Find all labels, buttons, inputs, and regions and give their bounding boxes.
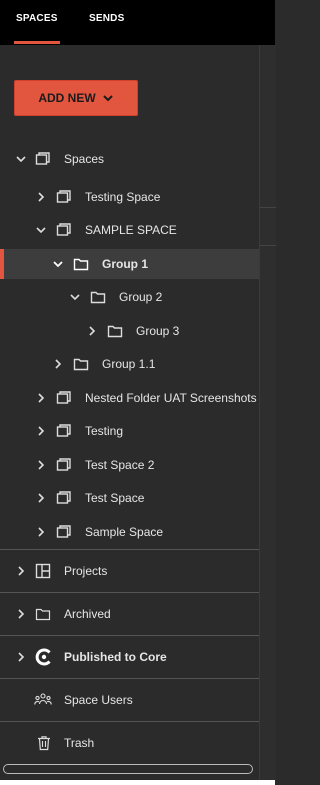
tree-item-label: Sample Space	[85, 525, 164, 539]
section-divider	[0, 635, 259, 636]
chevron-right-icon[interactable]	[15, 651, 27, 663]
tree-item-label: Group 2	[119, 290, 163, 304]
space-icon	[35, 152, 50, 165]
chevron-right-icon[interactable]	[35, 492, 47, 504]
pane-divider	[260, 207, 276, 208]
tree-item-testing-space[interactable]: Testing Space	[0, 182, 259, 212]
chevron-right-icon[interactable]	[35, 392, 47, 404]
tree-item-sample-space-expanded[interactable]: SAMPLE SPACE	[0, 215, 259, 245]
chevron-right-icon[interactable]	[15, 565, 27, 577]
section-archived[interactable]: Archived	[0, 599, 259, 629]
tree-root-spaces[interactable]: Spaces	[0, 144, 259, 174]
tab-sends[interactable]: SENDS	[89, 13, 124, 24]
space-icon	[56, 223, 71, 236]
space-icon	[56, 190, 71, 203]
section-label: Space Users	[64, 693, 133, 707]
tree-item-testing[interactable]: Testing	[0, 416, 259, 446]
section-label: Published to Core	[64, 650, 167, 664]
tree-item-group-3[interactable]: Group 3	[0, 316, 259, 346]
tree-item-label: Testing Space	[85, 190, 161, 204]
section-label: Projects	[64, 564, 108, 578]
tab-spaces[interactable]: SPACES	[14, 13, 60, 44]
chevron-down-icon[interactable]	[69, 291, 81, 303]
tree-item-test-space-2[interactable]: Test Space 2	[0, 450, 259, 480]
space-icon	[56, 525, 71, 538]
tree-item-group-2[interactable]: Group 2	[0, 282, 259, 312]
chevron-right-icon[interactable]	[15, 608, 27, 620]
chevron-down-icon[interactable]	[52, 258, 64, 270]
space-icon	[56, 491, 71, 504]
chevron-right-icon[interactable]	[35, 459, 47, 471]
tree-item-test-space[interactable]: Test Space	[0, 483, 259, 513]
projects-icon	[35, 563, 51, 579]
folder-icon	[73, 358, 89, 371]
chevron-right-icon[interactable]	[52, 358, 64, 370]
chevron-right-icon[interactable]	[35, 425, 47, 437]
section-trash[interactable]: Trash	[0, 728, 259, 758]
space-icon	[56, 458, 71, 471]
tree-item-label: Test Space 2	[85, 458, 155, 472]
tree-item-label: Testing	[85, 424, 124, 438]
pane-divider	[260, 245, 276, 246]
horizontal-scrollbar[interactable]	[3, 764, 253, 774]
tree-item-group-1[interactable]: Group 1	[0, 249, 259, 279]
space-icon	[56, 424, 71, 437]
tree-item-nested-folder-uat-screenshots[interactable]: Nested Folder UAT Screenshots	[0, 383, 259, 413]
tree-item-group-1-1[interactable]: Group 1.1	[0, 349, 259, 379]
folder-icon	[90, 291, 106, 304]
tree-root-label: Spaces	[64, 152, 105, 166]
tree-item-label: Group 3	[136, 324, 180, 338]
section-label: Trash	[64, 736, 95, 750]
section-label: Archived	[64, 607, 111, 621]
trash-icon	[38, 736, 50, 751]
tree-item-label: Test Space	[85, 491, 145, 505]
archive-folder-icon	[35, 608, 51, 621]
space-icon	[56, 391, 71, 404]
section-divider	[0, 678, 259, 679]
tree-item-label: SAMPLE SPACE	[85, 223, 177, 237]
section-published-to-core[interactable]: Published to Core	[0, 642, 259, 672]
chevron-down-icon	[102, 95, 113, 102]
content-pane-edge	[259, 45, 276, 780]
tree-item-label: Nested Folder UAT Screenshots	[85, 391, 257, 405]
core-logo-icon	[35, 648, 51, 666]
users-icon	[34, 693, 52, 705]
tree-item-sample-space[interactable]: Sample Space	[0, 517, 259, 547]
tree-item-label: Group 1	[102, 257, 149, 271]
bottom-edge	[0, 780, 275, 785]
add-new-button[interactable]: ADD NEW	[14, 80, 138, 116]
chevron-down-icon[interactable]	[15, 153, 27, 165]
add-new-label: ADD NEW	[38, 91, 96, 105]
tree-item-label: Group 1.1	[102, 357, 156, 371]
chevron-right-icon[interactable]	[35, 191, 47, 203]
section-projects[interactable]: Projects	[0, 556, 259, 586]
section-divider	[0, 721, 259, 722]
chevron-right-icon[interactable]	[86, 325, 98, 337]
top-tab-bar: SPACES SENDS	[0, 0, 275, 45]
section-divider	[0, 592, 259, 593]
chevron-right-icon[interactable]	[35, 526, 47, 538]
folder-icon	[73, 258, 89, 271]
section-divider	[0, 549, 259, 550]
chevron-down-icon[interactable]	[35, 224, 47, 236]
section-space-users[interactable]: Space Users	[0, 685, 259, 715]
folder-icon	[107, 325, 123, 338]
